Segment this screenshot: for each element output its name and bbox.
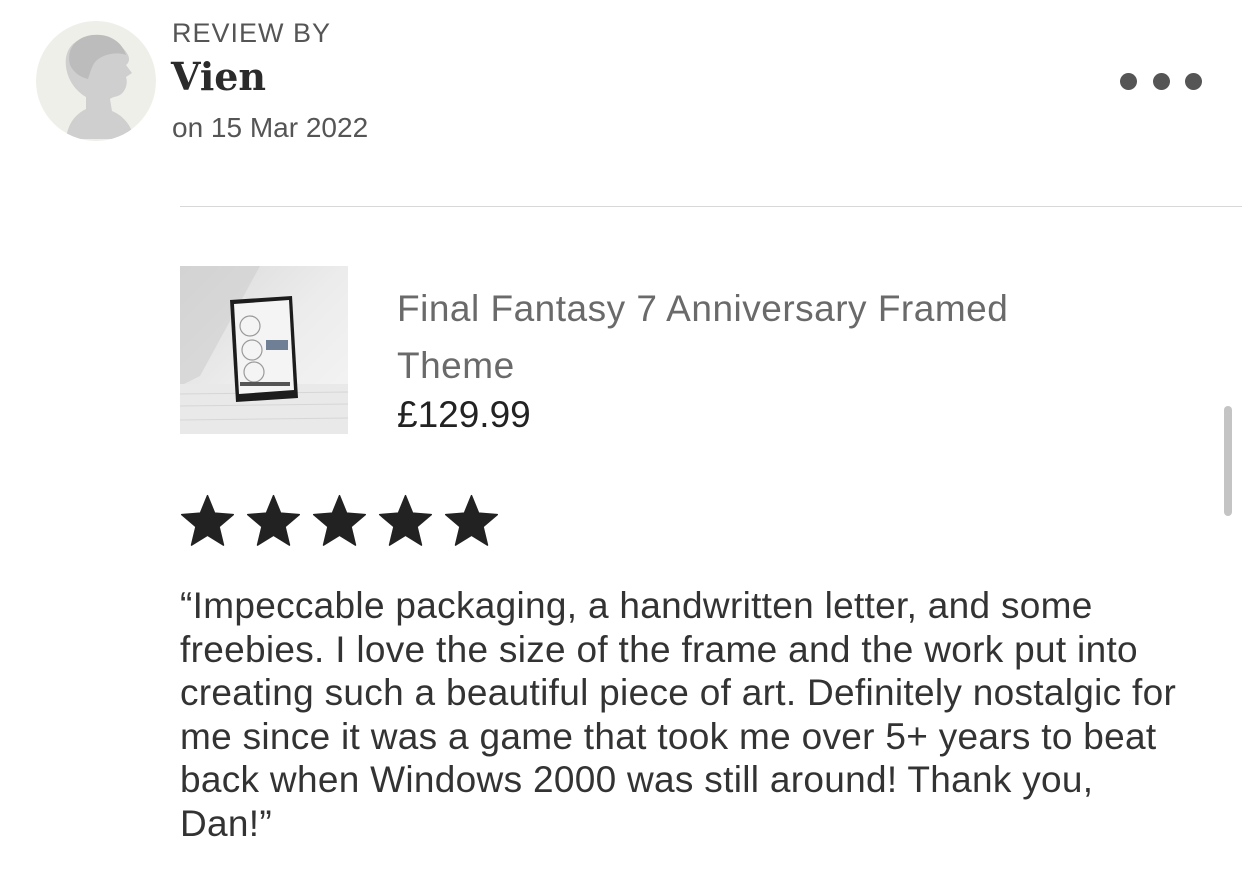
product-price: £129.99: [397, 394, 531, 435]
review-by-label: REVIEW BY: [172, 18, 332, 48]
star-filled-icon: [180, 494, 235, 546]
review-card: REVIEW BY Vien on 15 Mar 2022 Final Fant…: [0, 0, 1242, 887]
more-horizontal-icon: [1120, 72, 1137, 90]
avatar[interactable]: [36, 21, 156, 141]
scrollbar-thumb[interactable]: [1224, 406, 1232, 516]
review-text: “Impeccable packaging, a handwritten let…: [180, 585, 1177, 844]
framed-poster-image: [180, 266, 348, 434]
star-rating: [178, 492, 501, 551]
divider: [180, 206, 1242, 207]
star-filled-icon: [444, 494, 499, 546]
more-horizontal-icon: [1185, 72, 1202, 90]
star-filled-icon: [312, 494, 367, 546]
star-filled-icon: [246, 494, 301, 546]
person-silhouette-icon: [65, 34, 134, 139]
star-filled-icon: [378, 494, 433, 546]
review-date: on 15 Mar 2022: [172, 112, 369, 143]
product-thumbnail[interactable]: [180, 266, 348, 434]
more-options-button[interactable]: [1120, 66, 1202, 96]
more-horizontal-icon: [1152, 72, 1170, 90]
reviewer-name[interactable]: Vien: [171, 54, 266, 99]
product-title-link[interactable]: Final Fantasy 7 Anniversary Framed Theme: [397, 280, 1097, 394]
